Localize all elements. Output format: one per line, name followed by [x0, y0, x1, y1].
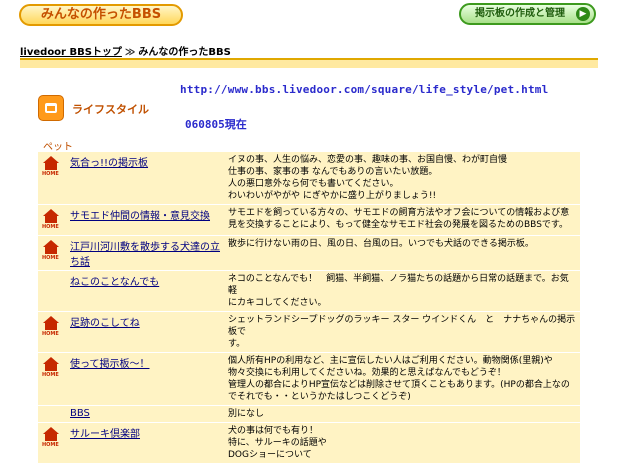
board-description-cell: 個人所有HPの利用など、主に宣伝したい人はご利用ください。動物関係(里親)や 物… — [224, 353, 580, 405]
board-icon-cell: HOME — [38, 152, 66, 204]
board-description: 散歩に行けない雨の日、風の日、台風の日。いつでも犬話のできる掲示板。 — [228, 239, 534, 249]
board-description: 別になし — [228, 409, 265, 419]
board-description: 犬の事は何でも有り！ 特に、サルーキの話題や DOGショーについて — [228, 426, 327, 460]
board-icon-cell: HOME — [38, 423, 66, 463]
board-description-cell: シェットランドシープドッグのラッキー スター ウインドくん と ナナちゃんの掲示… — [224, 312, 580, 352]
board-description: イヌの事、人生の悩み、恋愛の事、趣味の事、お国自慢、わが町自慢 仕事の事、家事の… — [228, 155, 508, 201]
board-description-cell: ネコのことなんでも！ 飼猫、半飼猫、ノラ猫たちの話題から日常の話題まで。お気軽 … — [224, 271, 580, 311]
breadcrumb: livedoor BBSトップ ≫ みんなの作ったBBS — [20, 43, 231, 58]
board-link[interactable]: 気合っ!!の掲示板 — [70, 158, 148, 169]
home-icon[interactable]: HOME — [42, 355, 60, 381]
manage-bbs-button[interactable]: 掲示板の作成と管理 ▶ — [459, 3, 596, 25]
board-name-cell: ねこのことなんでも — [66, 271, 224, 311]
board-name-cell: 使って掲示板〜！ — [66, 353, 224, 405]
breadcrumb-separator: ≫ — [124, 47, 136, 58]
board-name-cell: 江戸川河川敷を散歩する犬達の立ち話 — [66, 236, 224, 270]
board-name-cell: 気合っ!!の掲示板 — [66, 152, 224, 204]
board-name-cell: BBS — [66, 406, 224, 422]
site-logo[interactable]: みんなの作ったBBS — [19, 4, 183, 26]
board-icon-cell: HOME — [38, 205, 66, 235]
board-description-cell: 別になし — [224, 406, 580, 422]
board-link[interactable]: サルーキ倶楽部 — [70, 429, 140, 440]
board-row: HOME 足跡のこしてね シェットランドシープドッグのラッキー スター ウインドくん… — [38, 312, 580, 352]
board-row: HOME 使って掲示板〜！ 個人所有HPの利用など、主に宣伝したい人はご利用ください… — [38, 353, 580, 405]
board-link[interactable]: 江戸川河川敷を散歩する犬達の立ち話 — [70, 242, 220, 268]
board-description: 個人所有HPの利用など、主に宣伝したい人はご利用ください。動物関係(里親)や 物… — [228, 356, 570, 402]
arrow-right-icon: ▶ — [576, 7, 590, 21]
board-description: ネコのことなんでも！ 飼猫、半飼猫、ノラ猫たちの話題から日常の話題まで。お気軽 … — [228, 274, 569, 308]
board-row: ねこのことなんでも ネコのことなんでも！ 飼猫、半飼猫、ノラ猫たちの話題から日常の… — [38, 271, 580, 311]
board-description-cell: イヌの事、人生の悩み、恋愛の事、趣味の事、お国自慢、わが町自慢 仕事の事、家事の… — [224, 152, 580, 204]
board-link[interactable]: サモエド仲間の情報・意見交換 — [70, 211, 210, 222]
home-icon[interactable]: HOME — [42, 207, 60, 233]
board-name-cell: サルーキ倶楽部 — [66, 423, 224, 463]
board-icon-cell — [38, 406, 66, 422]
manage-bbs-label: 掲示板の作成と管理 — [475, 8, 565, 19]
board-row: HOME サルーキ倶楽部 犬の事は何でも有り！ 特に、サルーキの話題や DOGショー… — [38, 423, 580, 463]
board-name-cell: サモエド仲間の情報・意見交換 — [66, 205, 224, 235]
board-icon-cell — [38, 271, 66, 311]
board-description-cell: サモエドを飼っている方々の、サモエドの飼育方法やオフ会についての情報および意 見… — [224, 205, 580, 235]
home-icon[interactable]: HOME — [42, 154, 60, 180]
board-row: HOME 気合っ!!の掲示板 イヌの事、人生の悩み、恋愛の事、趣味の事、お国自慢、わ… — [38, 152, 580, 204]
board-link[interactable]: BBS — [70, 408, 90, 419]
board-name-cell: 足跡のこしてね — [66, 312, 224, 352]
board-description: シェットランドシープドッグのラッキー スター ウインドくん と ナナちゃんの掲示… — [228, 315, 576, 349]
home-icon[interactable]: HOME — [42, 238, 60, 264]
header-divider — [20, 58, 598, 68]
board-description-cell: 散歩に行けない雨の日、風の日、台風の日。いつでも犬話のできる掲示板。 — [224, 236, 580, 270]
board-table: HOME 気合っ!!の掲示板 イヌの事、人生の悩み、恋愛の事、趣味の事、お国自慢、わ… — [38, 151, 580, 464]
board-icon-cell: HOME — [38, 312, 66, 352]
breadcrumb-home-link[interactable]: livedoor BBSトップ — [20, 47, 122, 58]
board-row: HOME 江戸川河川敷を散歩する犬達の立ち話 散歩に行けない雨の日、風の日、台風の日… — [38, 236, 580, 270]
update-date: 060805現在 — [185, 118, 247, 131]
board-description-cell: 犬の事は何でも有り！ 特に、サルーキの話題や DOGショーについて — [224, 423, 580, 463]
board-icon-cell: HOME — [38, 236, 66, 270]
category-title: ライフスタイル — [72, 103, 149, 116]
sofa-icon — [38, 95, 64, 121]
page-url: http://www.bbs.livedoor.com/square/life_… — [180, 83, 549, 96]
board-link[interactable]: ねこのことなんでも — [70, 277, 159, 288]
board-description: サモエドを飼っている方々の、サモエドの飼育方法やオフ会についての情報および意 見… — [228, 208, 570, 230]
home-icon[interactable]: HOME — [42, 314, 60, 340]
board-link[interactable]: 足跡のこしてね — [70, 318, 140, 329]
board-icon-cell: HOME — [38, 353, 66, 405]
breadcrumb-current: みんなの作ったBBS — [138, 47, 231, 58]
board-row: BBS 別になし — [38, 406, 580, 422]
board-link[interactable]: 使って掲示板〜！ — [70, 359, 150, 370]
home-icon[interactable]: HOME — [42, 425, 60, 451]
board-row: HOME サモエド仲間の情報・意見交換 サモエドを飼っている方々の、サモエドの飼育方… — [38, 205, 580, 235]
